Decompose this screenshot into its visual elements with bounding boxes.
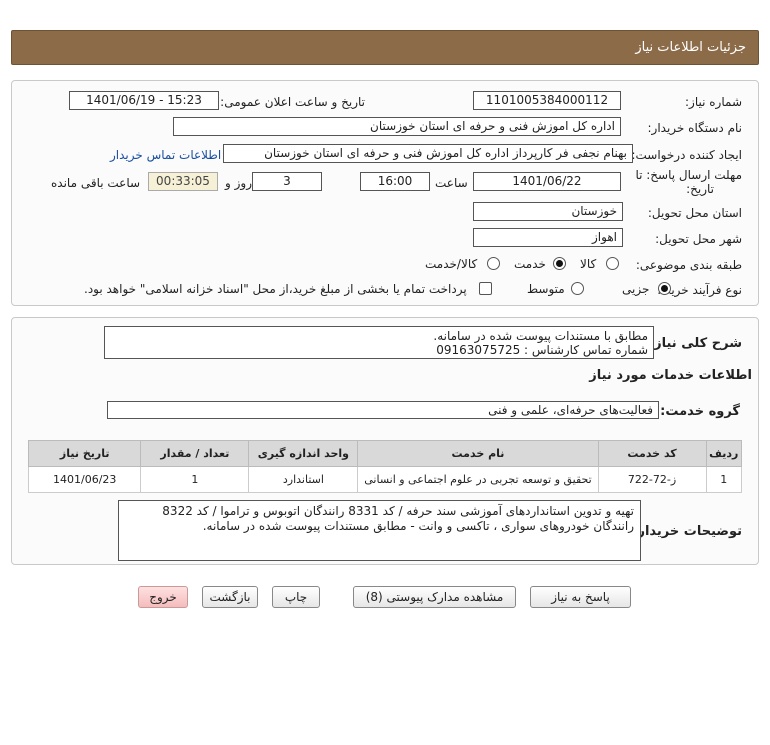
cell-code: ز-72-722 <box>597 466 707 493</box>
city-label: شهر محل تحویل: <box>655 232 742 246</box>
col-qty: تعداد / مقدار <box>140 440 250 467</box>
buyer-notes-box: تهیه و تدوین استانداردهای آموزشی سند حرف… <box>118 500 641 561</box>
table-row: 1 ز-72-722 تحقیق و توسعه تجربی در علوم ا… <box>27 466 743 493</box>
remaining-time-field: 00:33:05 <box>148 172 218 191</box>
col-row: ردیف <box>705 440 743 467</box>
process-option-minor: جزیی <box>622 282 650 296</box>
category-option-goods-service: کالا/خدمت <box>425 257 478 271</box>
col-unit: واحد اندازه گیری <box>248 440 359 467</box>
summary-line-1: مطابق با مستندات پیوست شده در سامانه. <box>433 329 648 343</box>
info-panel <box>11 80 759 306</box>
buyer-org-field: اداره کل اموزش فنی و حرفه ای استان خوزست… <box>173 117 621 136</box>
attachments-button[interactable]: مشاهده مدارک پیوستی (8) <box>353 586 516 608</box>
announce-date-label: تاریخ و ساعت اعلان عمومی: <box>220 95 365 109</box>
province-field: خوزستان <box>473 202 623 221</box>
page-header: جزئیات اطلاعات نیاز <box>11 30 759 65</box>
col-code: کد خدمت <box>597 440 707 467</box>
deadline-label-2: تاریخ: <box>686 182 714 196</box>
treasury-payment-note: پرداخت تمام یا بخشی از مبلغ خرید،از محل … <box>84 282 467 296</box>
col-name: نام خدمت <box>357 440 599 467</box>
deadline-label: مهلت ارسال پاسخ: تا <box>635 168 742 182</box>
service-group-field: فعالیت‌های حرفه‌ای، علمی و فنی <box>107 401 659 419</box>
buyer-contact-link[interactable]: اطلاعات تماس خریدار <box>110 148 221 162</box>
category-radio-goods-service[interactable] <box>487 257 500 270</box>
creator-field: بهنام نجفی فر کارپرداز اداره کل اموزش فن… <box>223 144 633 163</box>
remaining-time-label: ساعت باقی مانده <box>51 176 141 190</box>
cell-date: 1401/06/23 <box>27 466 142 493</box>
category-radio-service[interactable] <box>553 257 566 270</box>
deadline-date-field: 1401/06/22 <box>473 172 621 191</box>
reply-button[interactable]: پاسخ به نیاز <box>530 586 631 608</box>
treasury-payment-checkbox[interactable] <box>479 282 492 295</box>
col-date: تاریخ نیاز <box>27 440 142 467</box>
category-option-service: خدمت <box>514 257 546 271</box>
remaining-days-field: 3 <box>252 172 322 191</box>
back-button[interactable]: بازگشت <box>202 586 258 608</box>
process-radio-medium[interactable] <box>571 282 584 295</box>
announce-date-field: 1401/06/19 - 15:23 <box>69 91 219 110</box>
deadline-time-field: 16:00 <box>360 172 430 191</box>
buyer-notes-label: توضیحات خریدار: <box>632 524 742 539</box>
need-number-field: 1101005384000112 <box>473 91 621 110</box>
category-option-goods: کالا <box>580 257 597 271</box>
city-field: اهواز <box>473 228 623 247</box>
deadline-time-label: ساعت <box>435 176 468 190</box>
need-number-label: شماره نیاز: <box>685 95 742 109</box>
services-section-title: اطلاعات خدمات مورد نیاز <box>589 368 752 383</box>
print-button[interactable]: چاپ <box>272 586 320 608</box>
province-label: استان محل تحویل: <box>647 206 742 220</box>
cell-qty: 1 <box>140 466 250 493</box>
exit-button[interactable]: خروج <box>138 586 188 608</box>
days-label: روز و <box>225 176 252 190</box>
cell-name: تحقیق و توسعه تجربی در علوم اجتماعی و ان… <box>357 466 599 493</box>
category-label: طبقه بندی موضوعی: <box>635 258 742 272</box>
table-header-row: ردیف کد خدمت نام خدمت واحد اندازه گیری ت… <box>27 440 743 467</box>
category-radio-goods[interactable] <box>606 257 619 270</box>
services-table: ردیف کد خدمت نام خدمت واحد اندازه گیری ت… <box>27 440 743 493</box>
creator-label: ایجاد کننده درخواست: <box>631 148 742 162</box>
cell-unit: استاندارد <box>248 466 359 493</box>
buyer-org-label: نام دستگاه خریدار: <box>647 121 743 135</box>
process-option-medium: متوسط <box>527 282 565 296</box>
process-radio-minor[interactable] <box>658 282 671 295</box>
page-title: جزئیات اطلاعات نیاز <box>635 40 746 55</box>
summary-label: شرح کلی نیاز: <box>648 336 742 351</box>
summary-line-2: شماره تماس کارشناس : 09163075725 <box>436 343 648 357</box>
cell-row: 1 <box>705 466 743 493</box>
service-group-label: گروه خدمت: <box>660 404 740 419</box>
summary-box: مطابق با مستندات پیوست شده در سامانه. شم… <box>104 326 654 359</box>
